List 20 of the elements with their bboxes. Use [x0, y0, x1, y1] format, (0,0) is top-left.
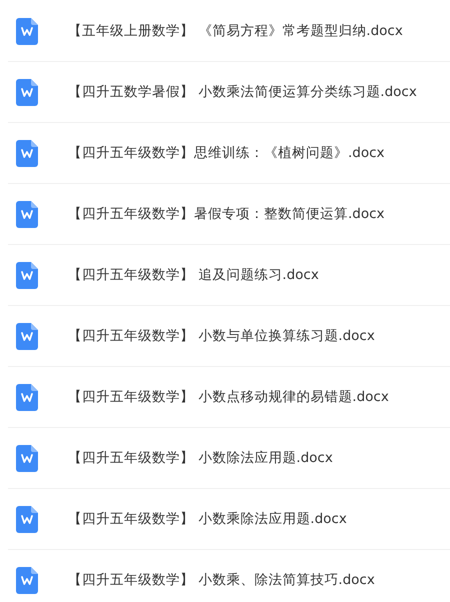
file-name[interactable]: 【四升五年级数学】 小数除法应用题.docx [68, 449, 333, 467]
word-document-icon [16, 140, 38, 166]
file-name[interactable]: 【四升五年级数学】 小数乘、除法简算技巧.docx [68, 571, 375, 589]
file-name[interactable]: 【四升五年级数学】 小数点移动规律的易错题.docx [68, 388, 389, 406]
word-document-icon [16, 18, 38, 44]
file-name[interactable]: 【五年级上册数学】 《简易方程》常考题型归纳.docx [68, 22, 403, 40]
word-document-icon [16, 322, 38, 350]
word-document-icon [16, 444, 38, 472]
file-name[interactable]: 【四升五年级数学】 小数乘除法应用题.docx [68, 510, 347, 528]
word-document-icon [16, 262, 38, 288]
file-name[interactable]: 【四升五数学暑假】 小数乘法简便运算分类练习题.docx [68, 83, 417, 101]
file-name[interactable]: 【四升五年级数学】 小数与单位换算练习题.docx [68, 327, 375, 345]
file-name[interactable]: 【四升五年级数学】暑假专项：整数简便运算.docx [68, 205, 385, 223]
word-document-icon [16, 566, 38, 594]
file-name[interactable]: 【四升五年级数学】 追及问题练习.docx [68, 266, 319, 284]
word-document-icon [16, 200, 38, 228]
word-document-icon [16, 384, 38, 410]
file-name[interactable]: 【四升五年级数学】思维训练：《植树问题》.docx [68, 144, 385, 162]
word-document-icon [16, 78, 38, 106]
word-document-icon [16, 506, 38, 532]
